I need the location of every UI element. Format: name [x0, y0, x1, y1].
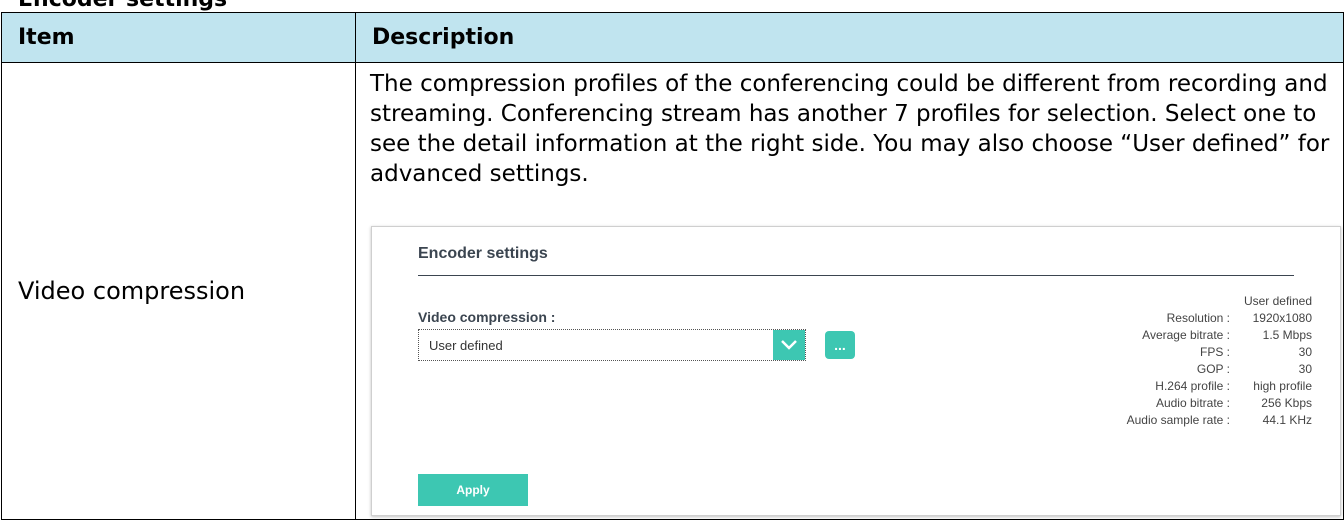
- more-options-button[interactable]: ...: [825, 331, 855, 359]
- select-value: User defined: [429, 338, 503, 353]
- detail-label: Average bitrate :: [1142, 328, 1230, 342]
- detail-value: high profile: [1253, 379, 1312, 393]
- video-compression-select[interactable]: User defined: [418, 329, 806, 361]
- header-item: Item: [1, 12, 356, 63]
- apply-button[interactable]: Apply: [418, 474, 528, 506]
- detail-value: 1920x1080: [1252, 311, 1312, 325]
- detail-row: Resolution : 1920x1080: [1127, 310, 1312, 327]
- detail-row: Audio sample rate : 44.1 KHz: [1127, 412, 1312, 429]
- detail-label: FPS :: [1199, 345, 1230, 359]
- detail-value: 1.5 Mbps: [1262, 328, 1312, 342]
- detail-label: GOP :: [1196, 362, 1230, 376]
- profile-details: User defined Resolution : 1920x1080 Avera…: [1127, 293, 1312, 429]
- table-header-row: Item Description: [1, 12, 1344, 63]
- detail-label: H.264 profile :: [1155, 379, 1230, 393]
- profile-name: User defined: [1243, 294, 1312, 308]
- encoder-settings-title: Encoder settings: [418, 245, 548, 262]
- header-description: Description: [355, 12, 1344, 63]
- title-divider: [418, 275, 1294, 276]
- description-cell: The compression profiles of the conferen…: [355, 62, 1344, 520]
- detail-value: 30: [1298, 345, 1312, 359]
- chevron-down-icon[interactable]: [773, 330, 805, 360]
- item-cell: Video compression: [1, 62, 356, 520]
- detail-row: GOP : 30: [1127, 361, 1312, 378]
- encoder-settings-screenshot: Encoder settings Video compression : Use…: [371, 226, 1341, 516]
- detail-row: Average bitrate : 1.5 Mbps: [1127, 327, 1312, 344]
- detail-value: 256 Kbps: [1261, 396, 1312, 410]
- detail-row: Audio bitrate : 256 Kbps: [1127, 395, 1312, 412]
- description-text: The compression profiles of the conferen…: [370, 71, 1330, 187]
- detail-label: Resolution :: [1166, 311, 1230, 325]
- detail-row: FPS : 30: [1127, 344, 1312, 361]
- video-compression-label: Video compression :: [418, 309, 556, 325]
- section-title: Encoder settings: [18, 0, 227, 12]
- detail-label: Audio sample rate :: [1126, 413, 1230, 427]
- detail-row: H.264 profile : high profile: [1127, 378, 1312, 395]
- table-row: Video compression The compression profil…: [1, 62, 1344, 520]
- detail-label: Audio bitrate :: [1155, 396, 1230, 410]
- detail-value: 44.1 KHz: [1262, 413, 1312, 427]
- description-table: Item Description Video compression The c…: [1, 12, 1344, 520]
- detail-value: 30: [1298, 362, 1312, 376]
